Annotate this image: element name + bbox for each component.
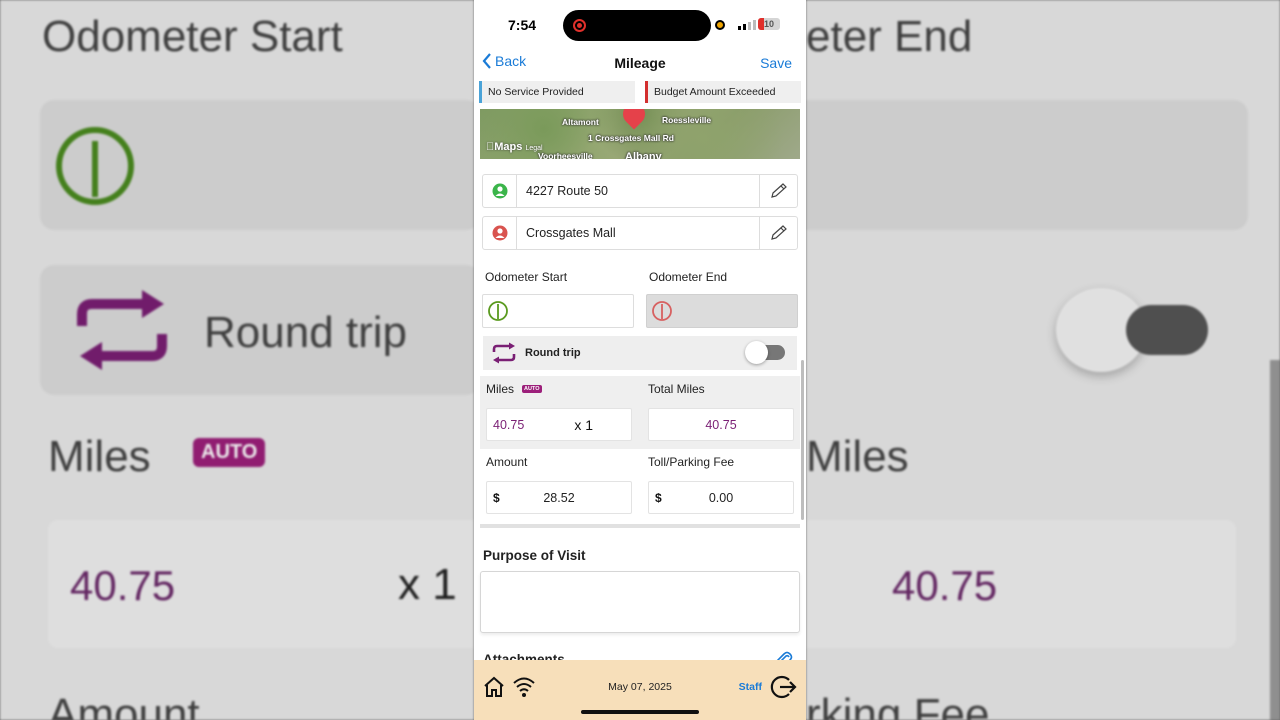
total-miles-label: Total Miles [648,382,705,396]
odometer-section: Odometer Start Odometer End [482,270,798,328]
battery-icon: 10 [758,18,780,30]
odometer-start-label: Odometer Start [485,270,568,284]
end-address-field[interactable]: Crossgates Mall [517,226,759,240]
miles-value: 40.75 [493,417,525,432]
home-indicator [581,710,699,714]
legend-budget-exceeded: Budget Amount Exceeded [645,81,801,103]
recording-icon [573,19,586,32]
start-address-field[interactable]: 4227 Route 50 [517,184,759,198]
status-time: 7:54 [508,17,537,33]
save-button[interactable]: Save [760,55,792,71]
maps-logo: Maps Legal [486,141,543,153]
toll-fee-input[interactable]: $ 0.00 [648,481,794,514]
purpose-input[interactable] [480,571,800,633]
map-label-destination: 1 Crossgates Mall Rd [588,133,674,143]
end-address-row: Crossgates Mall [482,216,798,250]
edit-start-button[interactable] [759,174,797,208]
toll-fee-value: 0.00 [708,490,734,505]
dynamic-island [563,10,711,41]
map-label-roessleville: Roessleville [662,115,712,125]
paperclip-icon[interactable] [775,651,793,660]
start-location-icon [492,183,507,199]
page-title: Mileage [614,55,666,71]
scrollbar[interactable] [801,360,804,520]
start-address-row: 4227 Route 50 [482,174,798,208]
end-location-icon [492,225,507,241]
purpose-title: Purpose of Visit [483,548,586,563]
odometer-start-input[interactable] [482,294,634,328]
auto-badge: AUTO [522,384,542,393]
map-legal-link[interactable]: Legal [525,145,542,152]
logout-icon[interactable] [769,673,797,701]
signal-icon [738,20,756,30]
miles-input[interactable]: 40.75 x 1 [486,408,632,441]
form-scroll-area[interactable]: 4227 Route 50 Crossgates Mall Odometer S… [474,160,806,660]
camera-indicator-icon [715,20,725,30]
odometer-end-label: Odometer End [649,270,728,284]
pencil-icon [770,225,787,240]
map-label-altamont: Altamont [562,117,599,127]
attachments-title: Attachments [483,652,565,660]
gauge-icon [488,301,508,321]
gauge-icon [652,301,672,321]
round-trip-icon [492,342,516,364]
odometer-end-input[interactable] [646,294,798,328]
miles-label: Miles [486,382,515,396]
miles-section: Miles AUTO 40.75 x 1 Total Miles 40.75 [480,376,800,449]
status-legend: No Service Provided Budget Amount Exceed… [474,78,806,106]
edit-end-button[interactable] [759,216,797,250]
round-trip-label: Round trip [525,347,581,359]
phone-screen: 7:54 10 Back Mileage Save No Service Pro… [474,0,806,720]
amount-value: 28.52 [543,490,575,505]
bottom-bar: May 07, 2025 Staff [474,660,806,720]
status-bar: 7:54 10 [474,0,806,50]
attachments-row: Attachments [483,651,797,660]
amount-input[interactable]: $ 28.52 [486,481,632,514]
navigation-bar: Back Mileage Save [474,50,806,78]
map-pin-icon [618,109,650,130]
map-label-albany: Albany [625,151,662,159]
total-miles-value: 40.75 [705,417,737,432]
amount-label: Amount [486,455,528,469]
round-trip-row: Round trip [483,336,797,370]
round-trip-toggle[interactable] [745,341,785,364]
route-map[interactable]: Altamont Roessleville 1 Crossgates Mall … [480,109,800,159]
pencil-icon [770,183,787,198]
legend-no-service: No Service Provided [479,81,635,103]
amount-section: Amount $ 28.52 Toll/Parking Fee $ 0.00 [480,449,800,528]
toll-fee-label: Toll/Parking Fee [648,455,735,469]
total-miles-field: 40.75 [648,408,794,441]
map-label-voorheesville: Voorheesville [538,151,593,159]
miles-multiplier: x 1 [574,416,593,433]
user-role-link[interactable]: Staff [739,681,762,693]
